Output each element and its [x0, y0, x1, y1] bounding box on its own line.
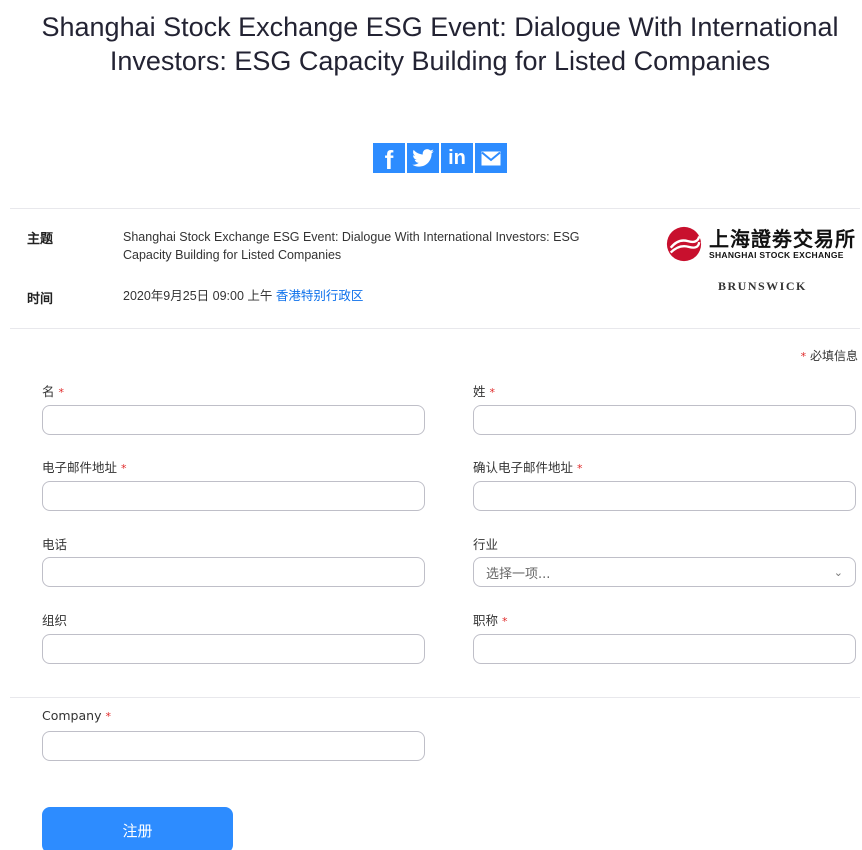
email-label: 电子邮件地址 * — [42, 460, 127, 475]
sse-logo-icon — [666, 226, 702, 262]
chevron-down-icon: ⌄ — [833, 565, 843, 579]
confirm-email-field[interactable] — [473, 481, 856, 511]
divider — [10, 697, 860, 698]
sse-logo-text-cn: 上海證劵交易所 — [709, 227, 856, 251]
required-note-text: 必填信息 — [809, 349, 858, 363]
email-field[interactable] — [42, 481, 425, 511]
first-name-field[interactable] — [42, 405, 425, 435]
company-field[interactable] — [42, 731, 425, 761]
brunswick-logo: BRUNSWICK — [718, 279, 807, 293]
required-note: * 必填信息 — [801, 347, 858, 364]
timezone-link[interactable]: 香港特别行政区 — [276, 289, 364, 303]
topic-value: Shanghai Stock Exchange ESG Event: Dialo… — [123, 230, 580, 262]
divider — [10, 328, 860, 329]
divider — [10, 208, 860, 209]
organization-label: 组织 — [42, 613, 68, 628]
topic-label: 主题 — [27, 232, 54, 247]
twitter-icon[interactable] — [407, 143, 439, 173]
required-marker: * — [800, 350, 807, 363]
register-button[interactable]: 注册 — [42, 807, 233, 850]
industry-label: 行业 — [473, 537, 499, 552]
confirm-email-label: 确认电子邮件地址 * — [473, 460, 583, 475]
organization-field[interactable] — [42, 634, 425, 664]
industry-select-value: 选择一项... — [486, 566, 551, 582]
last-name-field[interactable] — [473, 405, 856, 435]
linkedin-icon[interactable]: in — [441, 143, 473, 173]
last-name-label: 姓 * — [473, 384, 495, 399]
page-title: Shanghai Stock Exchange ESG Event: Dialo… — [41, 12, 839, 76]
sse-logo-text-en: SHANGHAI STOCK EXCHANGE — [709, 250, 844, 260]
time-text: 2020年9月25日 09:00 上午 — [123, 289, 273, 303]
first-name-label: 名 * — [42, 384, 64, 399]
company-label: Company * — [42, 708, 111, 723]
job-title-field[interactable] — [473, 634, 856, 664]
email-icon[interactable] — [475, 143, 507, 173]
share-bar: f in — [373, 143, 507, 175]
phone-label: 电话 — [42, 537, 68, 552]
time-value: 2020年9月25日 09:00 上午 香港特别行政区 — [123, 287, 363, 305]
sse-logo: 上海證劵交易所 SHANGHAI STOCK EXCHANGE — [665, 225, 856, 263]
facebook-icon[interactable]: f — [373, 143, 405, 175]
phone-field[interactable] — [42, 557, 425, 587]
industry-select[interactable]: 选择一项... ⌄ — [473, 557, 856, 587]
time-label: 时间 — [27, 292, 54, 307]
job-title-label: 职称 * — [473, 613, 508, 628]
